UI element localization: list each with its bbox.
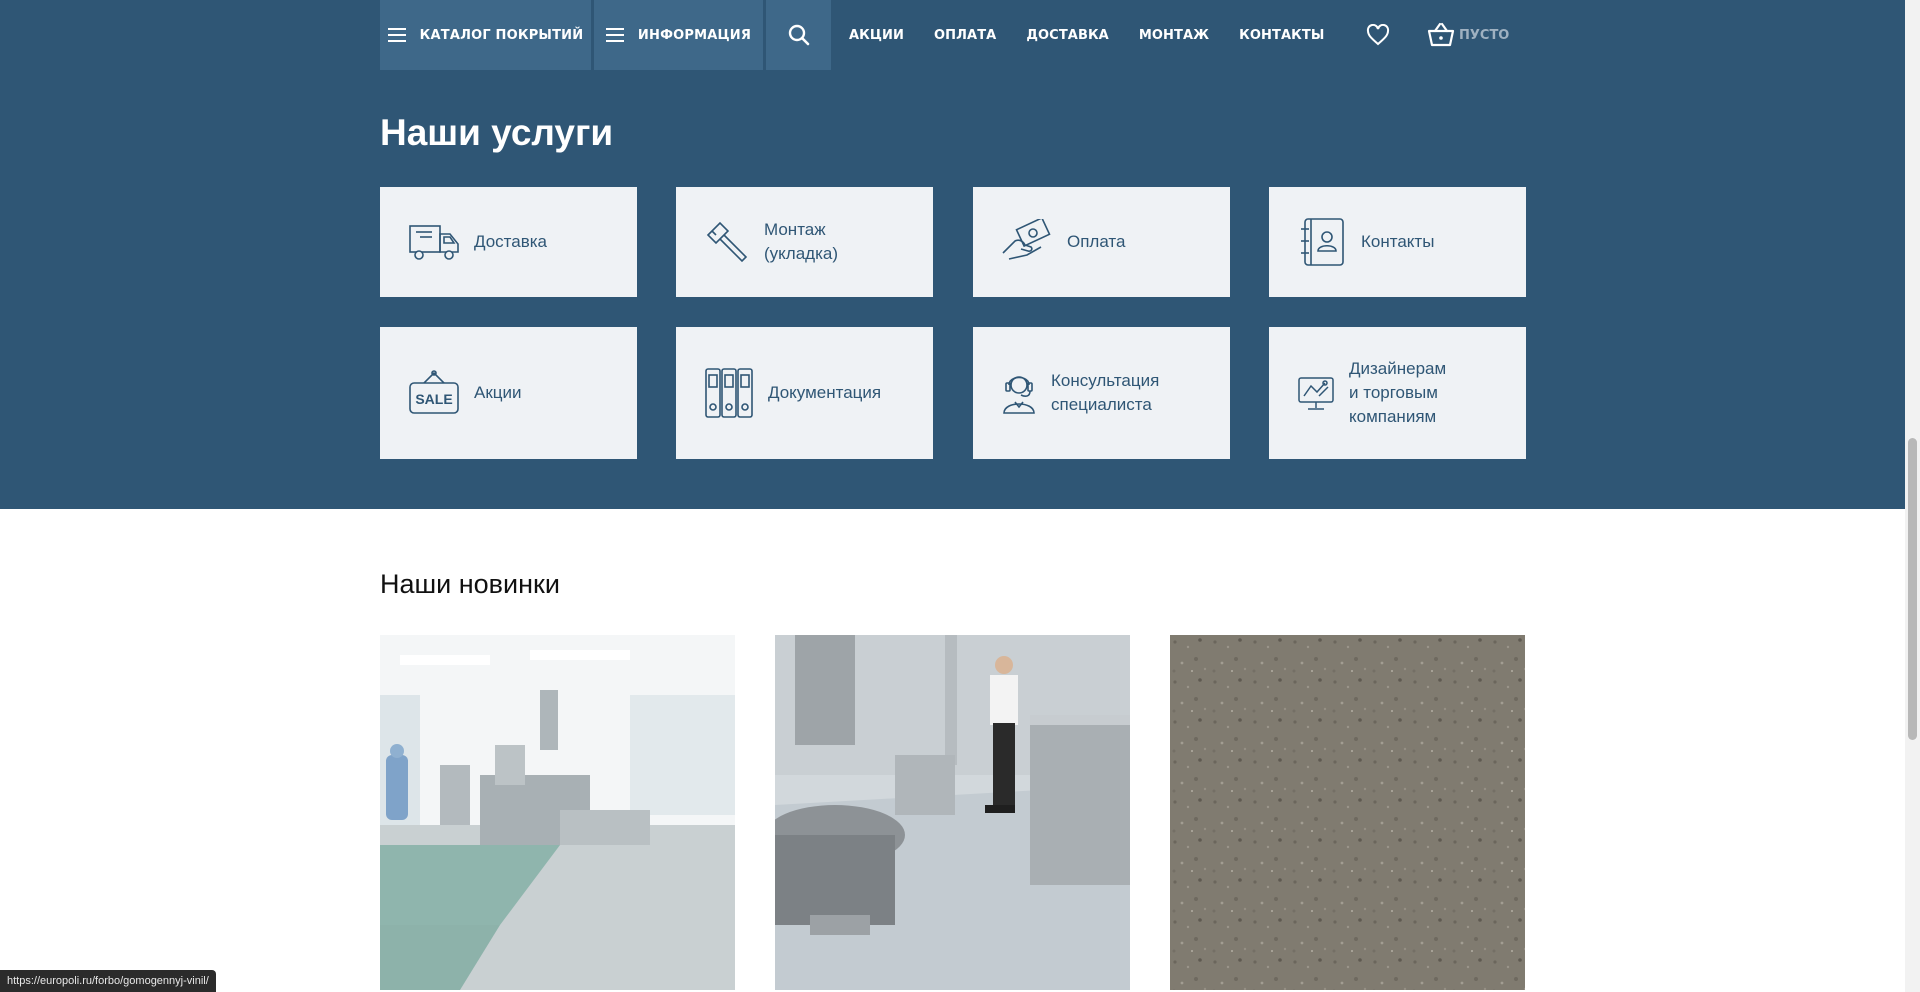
info-menu-label: ИНФОРМАЦИЯ [637,27,752,43]
basket-icon [1427,22,1455,47]
nav-link-payment[interactable]: ОПЛАТА [934,28,996,43]
binders-icon [705,368,753,418]
link-status-bar: https://europoli.ru/forbo/gomogennyj-vin… [0,970,216,992]
industrial-kitchen-floor-image [775,635,1130,990]
search-button[interactable] [766,0,831,70]
hammer-icon [706,221,748,263]
payment-hand-icon [1002,219,1051,260]
scrollbar-thumb[interactable] [1908,438,1917,740]
truck-icon [409,225,459,260]
services-heading: Наши услуги [380,112,614,153]
nav-link-promotions[interactable]: АКЦИИ [849,28,904,43]
product-card-2[interactable] [775,635,1130,990]
contact-book-icon [1301,218,1344,266]
service-card-promotions[interactable]: SALE Акции [380,327,637,459]
catalog-menu-button[interactable]: КАТАЛОГ ПОКРЫТИЙ [380,0,591,70]
service-card-payment[interactable]: Оплата [973,187,1230,297]
service-card-consultation[interactable]: Консультация специалиста [973,327,1230,459]
gray-speckled-vinyl-texture-image [1170,635,1525,990]
product-card-3[interactable] [1170,635,1525,990]
cart-button[interactable]: ПУСТО [1427,20,1509,50]
service-label: Акции [474,383,522,402]
catalog-menu-label: КАТАЛОГ ПОКРЫТИЙ [419,27,584,43]
nav-link-delivery[interactable]: ДОСТАВКА [1026,28,1109,43]
service-card-contacts[interactable]: Контакты [1269,187,1526,297]
service-card-designers[interactable]: Дизайнерам и торговым компаниям [1269,327,1526,459]
service-card-delivery[interactable]: Доставка [380,187,637,297]
menu-icon [387,28,406,42]
service-label: Документация [768,383,882,402]
nav-link-installation[interactable]: МОНТАЖ [1139,28,1209,43]
service-label: Монтаж (укладка) [764,220,839,263]
designer-monitor-icon [1298,377,1334,410]
info-menu-button[interactable]: ИНФОРМАЦИЯ [594,0,763,70]
service-label: Оплата [1067,232,1126,251]
sale-sign-icon: SALE [409,370,459,414]
service-card-installation[interactable]: Монтаж (укладка) [676,187,933,297]
support-agent-icon [1003,376,1035,414]
search-icon [788,24,809,46]
product-card-1[interactable] [380,635,735,990]
news-heading: Наши новинки [380,569,560,599]
menu-icon [605,28,624,42]
services-section [0,0,1905,509]
service-label: Контакты [1361,232,1435,251]
cart-status: ПУСТО [1459,27,1510,43]
nav-link-contacts[interactable]: КОНТАКТЫ [1239,28,1324,43]
service-label: Консультация специалиста [1051,371,1160,414]
service-card-documentation[interactable]: Документация [676,327,933,459]
service-label: Доставка [474,232,548,251]
heart-icon[interactable] [1366,24,1390,46]
pharma-production-floor-image [380,635,735,990]
main-nav-links: АКЦИИ ОПЛАТА ДОСТАВКА МОНТАЖ КОНТАКТЫ [849,0,1354,70]
svg-text:SALE: SALE [415,391,452,407]
service-label: Дизайнерам и торговым компаниям [1349,359,1447,426]
